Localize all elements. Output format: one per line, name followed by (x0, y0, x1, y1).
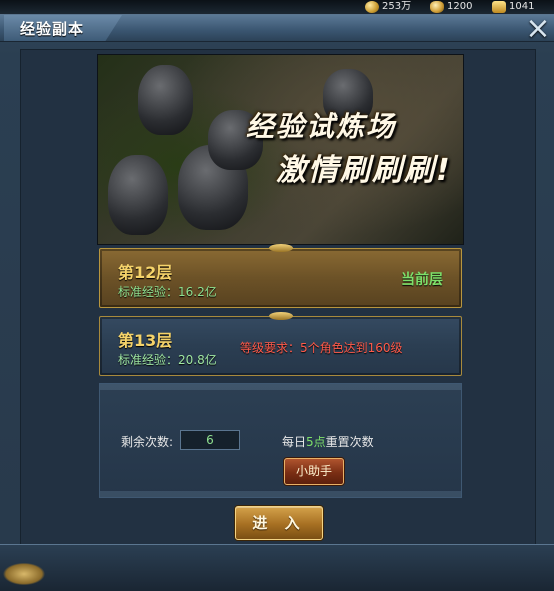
floor-card-current[interactable]: 第12层 标准经验：16.2亿 当前层 (99, 244, 462, 308)
floor-exp: 标准经验：20.8亿 (118, 353, 217, 367)
currency-gold: 253万 (365, 0, 411, 14)
reset-time: 5点 (306, 435, 326, 449)
ingot-amount: 1200 (447, 1, 473, 12)
panel-divider (100, 491, 461, 497)
reset-suffix: 重置次数 (325, 435, 374, 449)
gold-amount: 253万 (382, 1, 412, 12)
enter-button[interactable]: 进 入 (235, 506, 323, 540)
window-title: 经验副本 (20, 20, 85, 38)
floor-card-next[interactable]: 第13层 标准经验：20.8亿 等级要求：5个角色达到160级 (99, 312, 462, 376)
bottom-bar (0, 544, 554, 591)
dragon-ornament-icon (0, 552, 62, 590)
close-icon[interactable]: × (525, 14, 551, 44)
gold-bar-icon (492, 1, 506, 13)
gold-coin-icon (365, 1, 379, 13)
panel-divider (100, 384, 461, 390)
currency-bar: 253万 1200 1041 (0, 0, 554, 14)
floor-requirement: 等级要求：5个角色达到160级 (240, 341, 403, 355)
reset-note: 每日5点重置次数 (282, 433, 374, 450)
floor-name: 第13层 (118, 331, 173, 350)
remaining-label: 剩余次数: (121, 435, 174, 449)
helper-button[interactable]: 小助手 (284, 458, 344, 485)
ornament-icon (268, 312, 293, 320)
remaining-count: 6 (180, 430, 240, 450)
floor-exp: 标准经验：16.2亿 (118, 285, 217, 299)
reset-prefix: 每日 (282, 435, 307, 449)
dungeon-banner: 经验试炼场 激情刷刷刷! (97, 54, 464, 245)
banner-subheadline: 激情刷刷刷! (276, 153, 452, 188)
banner-headline: 经验试炼场 (246, 110, 397, 143)
ornament-icon (268, 244, 293, 252)
gold-ingot-icon (430, 1, 444, 13)
monster-figure (138, 65, 193, 135)
title-bar: 经验副本 × (0, 14, 554, 44)
floor-status: 当前层 (401, 272, 443, 288)
monster-figure (108, 155, 168, 235)
floor-name: 第12层 (118, 263, 173, 282)
currency-ingot: 1200 (430, 0, 472, 14)
